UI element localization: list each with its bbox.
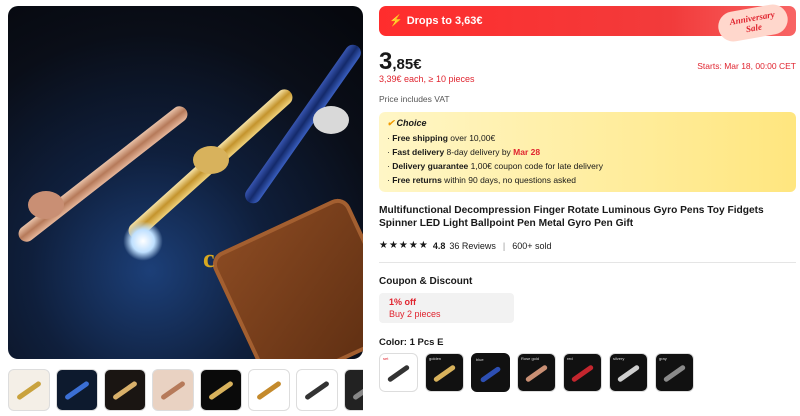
choice-label: Choice <box>396 118 427 128</box>
swatch-tag: red <box>567 356 573 361</box>
benefit-row: · Free shipping over 10,00€ <box>387 133 496 143</box>
swatch-blue[interactable]: blue <box>471 353 510 392</box>
coupon-discount: 1% off <box>389 297 416 307</box>
leather-notebook-shape <box>208 194 363 359</box>
thumbnail[interactable] <box>200 369 242 411</box>
price-drop-text-wrap: ⚡ Drops to 3,63€ <box>389 14 483 27</box>
price-cents: ,85€ <box>392 56 422 73</box>
lightning-bolt-icon: ⚡ <box>389 15 403 27</box>
swatch-golden[interactable]: golden <box>425 353 464 392</box>
sale-start-time: Starts: Mar 18, 00:00 CET <box>697 61 796 71</box>
anniversary-sale-badge: Anniversary Sale <box>715 2 791 44</box>
product-page: c ⚡ Drops to 3,63€ Anniversary Sale 3,85€… <box>0 0 800 416</box>
spinner-shape <box>28 191 64 219</box>
choice-benefits-box: ✔ Choice · Free shipping over 10,00€ · Fa… <box>379 112 796 192</box>
benefit-title: Free shipping <box>392 133 448 143</box>
bulk-price-note: 3,39€ each, ≥ 10 pieces <box>379 74 475 84</box>
benefit-text: 8-day delivery by <box>444 147 514 157</box>
spinner-shape <box>193 146 229 174</box>
swatch-silvery[interactable]: silvery <box>609 353 648 392</box>
benefit-text: within 90 days, no questions asked <box>441 175 577 185</box>
benefit-text: over 10,00€ <box>447 133 496 143</box>
brand-mark: c <box>203 244 215 273</box>
swatch-tag: set <box>383 356 389 361</box>
swatch-tag: Rose gold <box>521 356 540 361</box>
thumbnail[interactable] <box>8 369 50 411</box>
price-drop-banner: ⚡ Drops to 3,63€ Anniversary Sale <box>379 2 796 44</box>
current-price: 3,85€ <box>379 48 422 76</box>
product-title: Multifunctional Decompression Finger Rot… <box>379 205 764 229</box>
divider-line <box>379 262 796 263</box>
benefit-title: Delivery guarantee <box>392 161 469 171</box>
thumbnail[interactable] <box>248 369 290 411</box>
swatch-gray[interactable]: gray <box>655 353 694 392</box>
thumbnail[interactable] <box>56 369 98 411</box>
product-main-image[interactable]: c <box>8 6 363 359</box>
sold-count: 600+ sold <box>512 240 552 251</box>
swatch-tag: blue <box>476 357 484 362</box>
led-glow-shape <box>123 221 163 261</box>
spinner-shape <box>313 106 349 134</box>
benefit-row: · Fast delivery 8-day delivery by Mar 28 <box>387 147 541 157</box>
price-drop-text: Drops to 3,63€ <box>406 15 483 27</box>
benefit-title: Free returns <box>392 175 442 185</box>
benefit-row: · Delivery guarantee 1,00€ coupon code f… <box>387 161 603 171</box>
coupon-section-title: Coupon & Discount <box>379 276 473 287</box>
swatch-red[interactable]: red <box>563 353 602 392</box>
thumbnail[interactable] <box>152 369 194 411</box>
rose-gold-pen-shape <box>15 103 191 245</box>
divider: | <box>502 240 506 251</box>
rating-score: 4.8 <box>432 240 446 251</box>
delivery-date: Mar 28 <box>513 147 541 157</box>
coupon-card[interactable]: 1% off Buy 2 pieces <box>379 293 514 323</box>
benefit-title: Fast delivery <box>392 147 445 157</box>
thumbnail[interactable] <box>296 369 338 411</box>
choice-header: ✔ Choice <box>387 118 788 129</box>
color-swatch-list: set golden blue Rose gold red silvery gr… <box>379 353 694 392</box>
swatch-rose-gold[interactable]: Rose gold <box>517 353 556 392</box>
thumbnail-strip <box>8 369 363 411</box>
coupon-condition: Buy 2 pieces <box>389 309 441 319</box>
swatch-tag: golden <box>429 356 442 361</box>
thumbnail[interactable] <box>104 369 146 411</box>
color-selector-label: Color: 1 Pcs E <box>379 337 444 348</box>
benefit-text: 1,00€ coupon code for late delivery <box>468 161 603 171</box>
swatch-set[interactable]: set <box>379 353 418 392</box>
price-integer: 3 <box>379 48 393 75</box>
thumbnail[interactable] <box>344 369 363 411</box>
vat-note: Price includes VAT <box>379 94 450 104</box>
swatch-tag: silvery <box>613 356 625 361</box>
benefit-row: · Free returns within 90 days, no questi… <box>387 175 577 185</box>
check-icon: ✔ <box>387 118 395 128</box>
swatch-tag: gray <box>659 356 667 361</box>
reviews-link[interactable]: 36 Reviews <box>449 241 496 251</box>
star-rating-icon: ★★★★★ <box>379 240 429 251</box>
rating-row: ★★★★★ 4.8 36 Reviews | 600+ sold <box>379 240 552 251</box>
